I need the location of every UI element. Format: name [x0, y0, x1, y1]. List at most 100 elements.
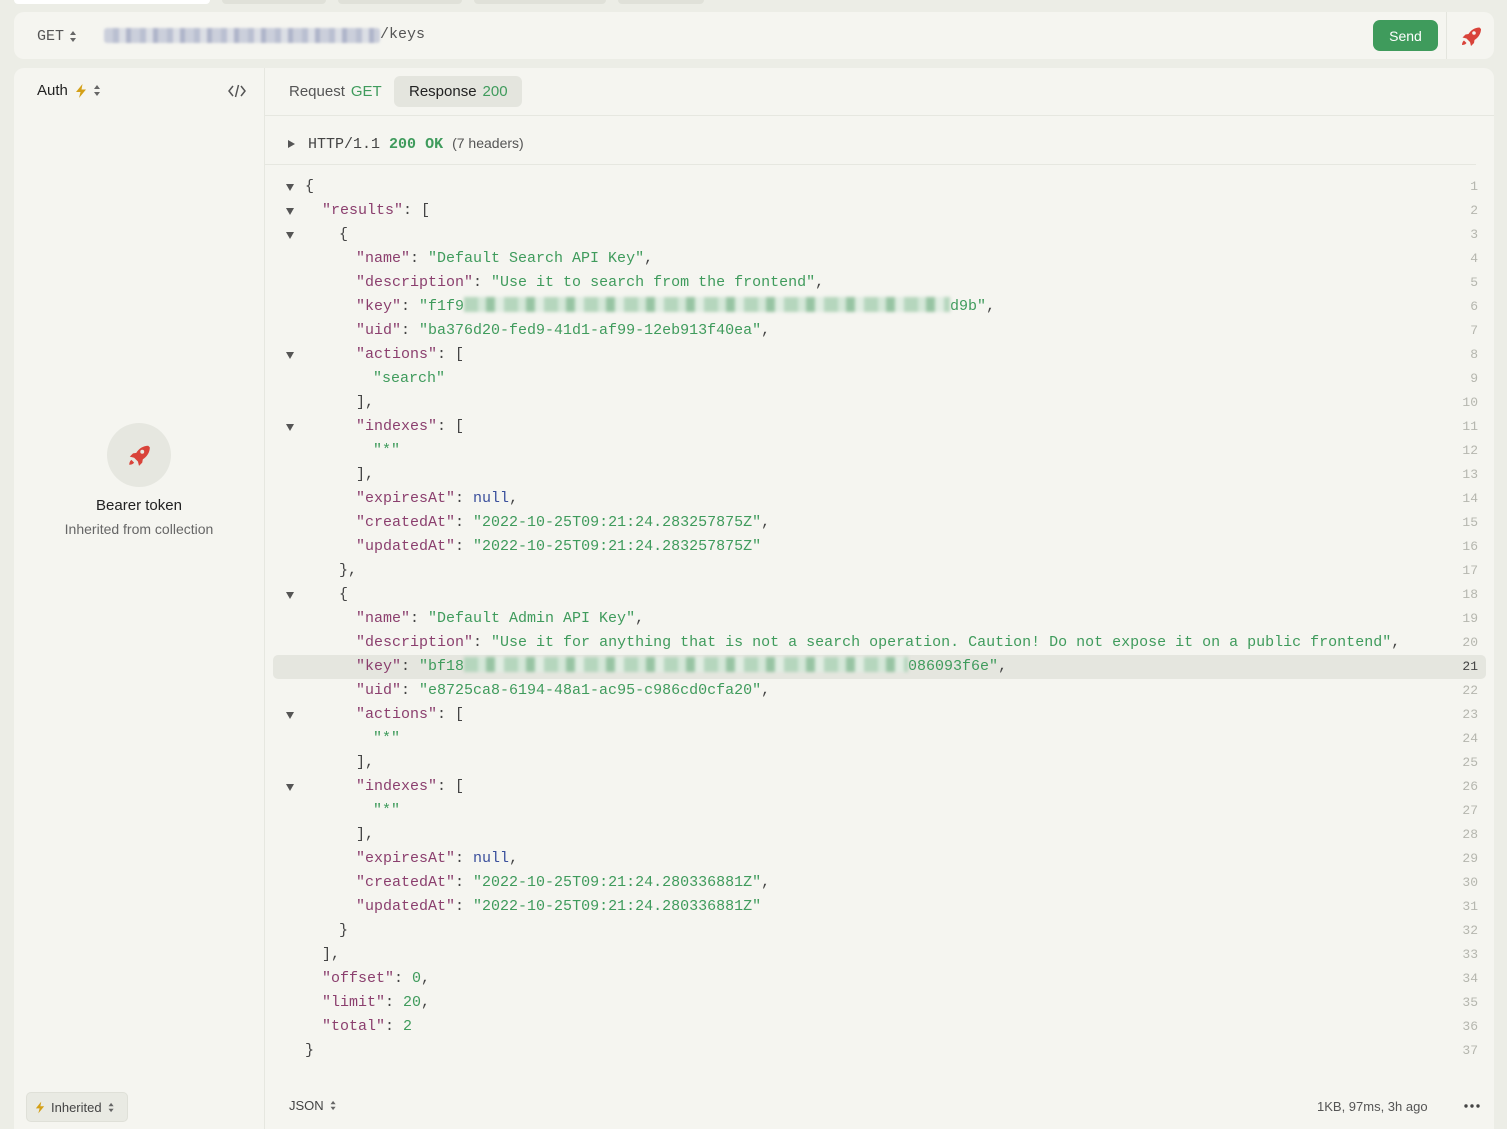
chevron-updown-icon: [108, 1102, 114, 1112]
json-line[interactable]: "indexes": [26: [265, 775, 1494, 799]
status-text[interactable]: HTTP/1.1 200 OK (7 headers): [308, 135, 524, 153]
json-punctuation: : [: [437, 778, 465, 795]
json-line[interactable]: } 32: [265, 919, 1494, 943]
json-punctuation: :: [385, 994, 404, 1011]
send-button[interactable]: Send: [1373, 20, 1438, 51]
json-line[interactable]: ], 28: [265, 823, 1494, 847]
json-line[interactable]: "updatedAt": "2022-10-25T09:21:24.283257…: [265, 535, 1494, 559]
json-line-text: }: [339, 919, 348, 943]
format-select[interactable]: JSON: [289, 1098, 337, 1113]
triangle-down-icon[interactable]: [286, 184, 294, 191]
json-line[interactable]: {3: [265, 223, 1494, 247]
json-line[interactable]: "actions": [23: [265, 703, 1494, 727]
json-punctuation: {: [305, 178, 315, 195]
url-input[interactable]: /keys: [380, 26, 425, 43]
window-tab[interactable]: [474, 0, 606, 4]
line-number: 22: [1462, 683, 1478, 698]
json-line[interactable]: "*" 12: [265, 439, 1494, 463]
method-select[interactable]: GET: [37, 26, 77, 46]
json-line[interactable]: "description": "Use it to search from th…: [265, 271, 1494, 295]
json-punctuation: ,: [761, 514, 771, 531]
triangle-down-icon[interactable]: [286, 232, 294, 239]
json-line[interactable]: "name": "Default Search API Key", 4: [265, 247, 1494, 271]
line-number: 31: [1462, 899, 1478, 914]
json-line-text: "*": [373, 799, 400, 823]
divider: [1446, 12, 1447, 59]
json-line[interactable]: "uid": "e8725ca8-6194-48a1-ac95-c986cd0c…: [265, 679, 1494, 703]
json-key: "expiresAt": [356, 850, 456, 867]
status-reason: OK: [425, 136, 444, 153]
json-value: 20: [403, 994, 422, 1011]
json-value: "Default Admin API Key": [428, 610, 636, 627]
json-line[interactable]: "key": "f1f9 d9b", 6: [265, 295, 1494, 319]
json-punctuation: :: [455, 850, 474, 867]
json-line[interactable]: }, 17: [265, 559, 1494, 583]
line-number: 1: [1470, 179, 1478, 194]
triangle-down-icon[interactable]: [286, 712, 294, 719]
json-line[interactable]: "total": 2 36: [265, 1015, 1494, 1039]
json-punctuation: }: [305, 1042, 315, 1059]
json-line-highlighted[interactable]: "key": "bf18 086093f6e", 21: [273, 655, 1486, 679]
line-number: 28: [1462, 827, 1478, 842]
inherited-select[interactable]: Inherited: [26, 1092, 128, 1122]
window-tab[interactable]: [222, 0, 326, 4]
json-line[interactable]: "*" 24: [265, 727, 1494, 751]
line-number: 23: [1462, 707, 1478, 722]
tab-request[interactable]: Request GET: [274, 76, 397, 107]
json-value: "2022-10-25T09:21:24.280336881Z": [473, 898, 762, 915]
json-line[interactable]: "actions": [8: [265, 343, 1494, 367]
json-line[interactable]: "indexes": [11: [265, 415, 1494, 439]
response-meta: 1KB, 97ms, 3h ago: [1317, 1099, 1428, 1114]
json-line[interactable]: "expiresAt": null, 29: [265, 847, 1494, 871]
json-line[interactable]: "expiresAt": null, 14: [265, 487, 1494, 511]
json-line-text: ],: [356, 463, 374, 487]
json-value: "*": [373, 802, 401, 819]
json-punctuation: ,: [761, 322, 771, 339]
json-punctuation: :: [455, 874, 474, 891]
json-line[interactable]: "offset": 0, 34: [265, 967, 1494, 991]
json-line[interactable]: "results": [2: [265, 199, 1494, 223]
triangle-down-icon[interactable]: [286, 424, 294, 431]
json-line[interactable]: "description": "Use it for anything that…: [265, 631, 1494, 655]
json-line[interactable]: "updatedAt": "2022-10-25T09:21:24.280336…: [265, 895, 1494, 919]
triangle-down-icon[interactable]: [286, 592, 294, 599]
triangle-down-icon[interactable]: [286, 352, 294, 359]
json-line[interactable]: "search" 9: [265, 367, 1494, 391]
json-line-text: "name": "Default Admin API Key",: [356, 607, 644, 631]
window-tab-active[interactable]: [14, 0, 210, 4]
tab-response[interactable]: Response 200: [394, 76, 522, 107]
json-line[interactable]: "*" 27: [265, 799, 1494, 823]
json-line-text: "indexes": [: [356, 415, 464, 439]
more-horizontal-icon[interactable]: [1462, 1096, 1482, 1116]
triangle-down-icon[interactable]: [286, 208, 294, 215]
json-line[interactable]: "limit": 20, 35: [265, 991, 1494, 1015]
json-line[interactable]: ], 13: [265, 463, 1494, 487]
json-punctuation: ,: [635, 610, 645, 627]
line-number: 35: [1462, 995, 1478, 1010]
json-line[interactable]: {1: [265, 175, 1494, 199]
json-line-text: },: [339, 559, 357, 583]
json-key: "expiresAt": [356, 490, 456, 507]
json-line[interactable]: ], 25: [265, 751, 1494, 775]
chevron-updown-icon: [93, 85, 101, 96]
rocket-icon[interactable]: [1459, 24, 1483, 48]
window-tab[interactable]: [338, 0, 462, 4]
window-tab[interactable]: [618, 0, 704, 4]
json-line-text: "results": [: [322, 199, 430, 223]
json-line[interactable]: "uid": "ba376d20-fed9-41d1-af99-12eb913f…: [265, 319, 1494, 343]
triangle-right-icon[interactable]: [288, 140, 295, 148]
url-host-redacted[interactable]: [104, 28, 380, 43]
json-line[interactable]: "createdAt": "2022-10-25T09:21:24.280336…: [265, 871, 1494, 895]
auth-type-select[interactable]: Auth: [37, 82, 101, 99]
json-line[interactable]: ], 33: [265, 943, 1494, 967]
line-number: 17: [1462, 563, 1478, 578]
code-brackets-icon[interactable]: [228, 83, 246, 99]
json-line[interactable]: "createdAt": "2022-10-25T09:21:24.283257…: [265, 511, 1494, 535]
json-punctuation: ,: [761, 874, 771, 891]
json-line[interactable]: {18: [265, 583, 1494, 607]
json-line[interactable]: ], 10: [265, 391, 1494, 415]
json-key: "description": [356, 274, 474, 291]
triangle-down-icon[interactable]: [286, 784, 294, 791]
json-line[interactable]: "name": "Default Admin API Key", 19: [265, 607, 1494, 631]
json-line[interactable]: } 37: [265, 1039, 1494, 1063]
